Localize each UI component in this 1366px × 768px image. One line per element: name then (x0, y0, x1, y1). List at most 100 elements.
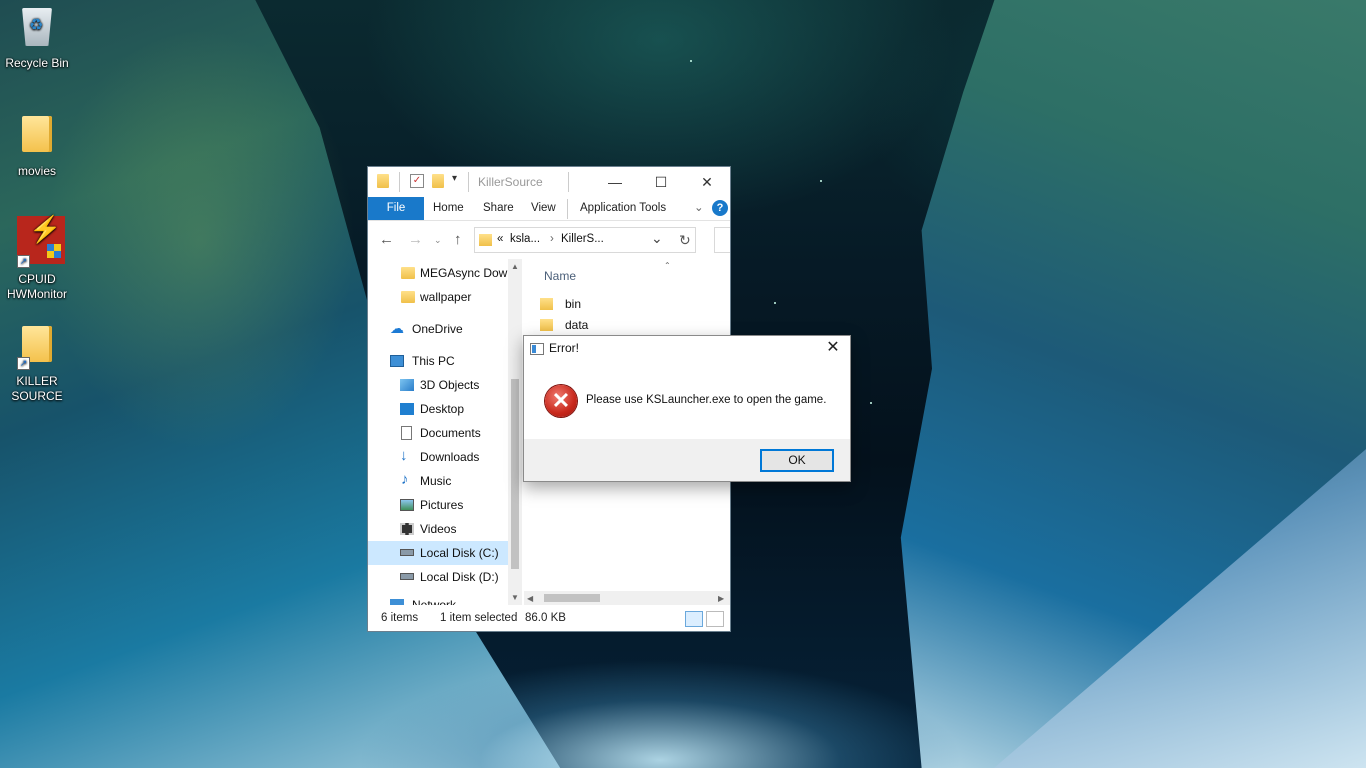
nav-item-network[interactable]: Network (368, 593, 508, 605)
onedrive-icon: ☁ (390, 320, 404, 336)
help-icon[interactable]: ? (712, 200, 728, 216)
navigation-pane-scrollbar[interactable]: ▲ ▼ (508, 259, 522, 605)
application-icon (530, 343, 544, 355)
folder-icon (401, 291, 415, 303)
nav-item-music[interactable]: ♪ Music (368, 469, 508, 493)
recycle-bin-icon (17, 8, 57, 52)
scroll-left-icon[interactable]: ◀ (527, 594, 533, 603)
large-icons-view-button[interactable] (706, 611, 724, 627)
error-icon: ✕ (545, 385, 577, 417)
search-input[interactable] (714, 227, 730, 253)
file-list-scrollbar[interactable]: ◀ ▶ (524, 591, 730, 605)
drive-icon (400, 549, 414, 556)
column-header-name[interactable]: Name (544, 269, 576, 283)
desktop-icon-label-line1: KILLER (16, 374, 58, 388)
tab-view[interactable]: View (531, 197, 556, 220)
wallpaper-snow-floor (300, 640, 1120, 768)
pictures-icon (400, 499, 414, 511)
desktop-icon (400, 403, 414, 415)
breadcrumb-ksla[interactable]: ksla... (510, 233, 540, 245)
nav-item-pictures[interactable]: Pictures (368, 493, 508, 517)
nav-item-label: Documents (420, 426, 481, 440)
desktop-icon-hwmonitor[interactable]: ↗ CPUID HWMonitor (0, 216, 74, 302)
recent-locations-icon[interactable]: ⌄ (434, 235, 442, 246)
folder-icon (17, 116, 57, 160)
nav-item-3d-objects[interactable]: 3D Objects (368, 373, 508, 397)
document-icon (401, 426, 412, 440)
close-button[interactable]: ✕ (684, 167, 730, 197)
nav-item-videos[interactable]: Videos (368, 517, 508, 541)
nav-item-wallpaper[interactable]: wallpaper (368, 285, 508, 309)
nav-item-label: Desktop (420, 402, 465, 416)
breadcrumb-killersource[interactable]: KillerS... (561, 233, 604, 245)
scroll-down-icon[interactable]: ▼ (511, 593, 519, 602)
nav-item-label: OneDrive (412, 322, 463, 336)
download-icon: ↓ (400, 447, 408, 464)
item-count: 6 items (381, 612, 419, 624)
new-folder-icon[interactable] (432, 174, 444, 188)
star (690, 60, 692, 62)
maximize-button[interactable]: ☐ (638, 167, 684, 197)
folder-icon (540, 319, 553, 331)
scrollbar-thumb[interactable] (544, 594, 600, 602)
tab-share[interactable]: Share (483, 197, 514, 220)
computer-icon (390, 355, 404, 367)
folder-icon (479, 234, 492, 246)
divider (567, 199, 568, 219)
back-button[interactable]: ← (379, 231, 394, 248)
nav-item-label: 3D Objects (420, 378, 480, 392)
title-bar[interactable]: ✓ ▾ KillerSource — ☐ ✕ (368, 167, 730, 197)
desktop-icon-recycle-bin[interactable]: Recycle Bin (0, 8, 74, 71)
nav-item-local-disk-c[interactable]: Local Disk (C:) (368, 541, 508, 565)
desktop-icon-label-line2: HWMonitor (6, 287, 67, 301)
breadcrumb-separator: › (550, 233, 554, 245)
window-title: KillerSource (478, 175, 543, 189)
cube-icon (400, 379, 414, 391)
dialog-title: Error! (549, 341, 579, 355)
expand-ribbon-icon[interactable]: ⌄ (694, 197, 704, 220)
star (870, 402, 872, 404)
desktop-icon-killer-source[interactable]: ↗ KILLER SOURCE (0, 326, 74, 404)
nav-item-desktop[interactable]: Desktop (368, 397, 508, 421)
properties-check-icon[interactable]: ✓ (410, 174, 424, 188)
scroll-right-icon[interactable]: ▶ (718, 594, 724, 603)
ok-button[interactable]: OK (760, 449, 834, 472)
forward-button[interactable]: → (408, 231, 423, 248)
desktop-icon-movies[interactable]: movies (0, 116, 74, 179)
folder-icon (377, 174, 389, 188)
tab-file[interactable]: File (368, 197, 424, 220)
dialog-close-button[interactable]: ✕ (816, 336, 850, 362)
status-bar: 6 items 1 item selected 86.0 KB (368, 607, 730, 631)
nav-item-label: Music (420, 474, 452, 488)
divider (568, 172, 569, 192)
address-dropdown-icon[interactable]: ⌄ (651, 230, 663, 247)
nav-item-onedrive[interactable]: ☁ OneDrive (368, 317, 508, 341)
tab-application-tools[interactable]: Application Tools (580, 197, 666, 220)
address-overflow[interactable]: « (497, 233, 503, 245)
navigation-pane: MEGAsync Dow wallpaper ☁ OneDrive This P… (368, 259, 522, 605)
scrollbar-thumb[interactable] (511, 379, 519, 569)
customize-toolbar-icon[interactable]: ▾ (452, 173, 466, 187)
folder-shortcut-icon: ↗ (17, 326, 57, 370)
nav-item-this-pc[interactable]: This PC (368, 349, 508, 373)
nav-item-documents[interactable]: Documents (368, 421, 508, 445)
nav-item-megasync[interactable]: MEGAsync Dow (368, 261, 508, 285)
divider (468, 172, 469, 192)
folder-icon (401, 267, 415, 279)
minimize-button[interactable]: — (592, 167, 638, 197)
nav-item-label: Network (412, 598, 457, 605)
nav-item-downloads[interactable]: ↓ Downloads (368, 445, 508, 469)
address-bar[interactable]: « ksla... › KillerS... ⌄ (474, 227, 696, 253)
nav-item-local-disk-d[interactable]: Local Disk (D:) (368, 565, 508, 589)
shortcut-arrow-icon: ↗ (17, 255, 30, 268)
details-view-button[interactable] (685, 611, 703, 627)
network-icon (390, 599, 404, 605)
nav-item-label: wallpaper (420, 290, 472, 304)
desktop-icon-label-line2: SOURCE (11, 389, 63, 403)
desktop-icon-label: movies (17, 164, 56, 178)
tab-home[interactable]: Home (433, 197, 464, 220)
scroll-up-icon[interactable]: ▲ (511, 262, 519, 271)
error-dialog[interactable]: Error! ✕ ✕ Please use KSLauncher.exe to … (523, 335, 851, 482)
refresh-button[interactable]: ↻ (679, 232, 691, 249)
up-button[interactable]: ↑ (454, 231, 462, 248)
